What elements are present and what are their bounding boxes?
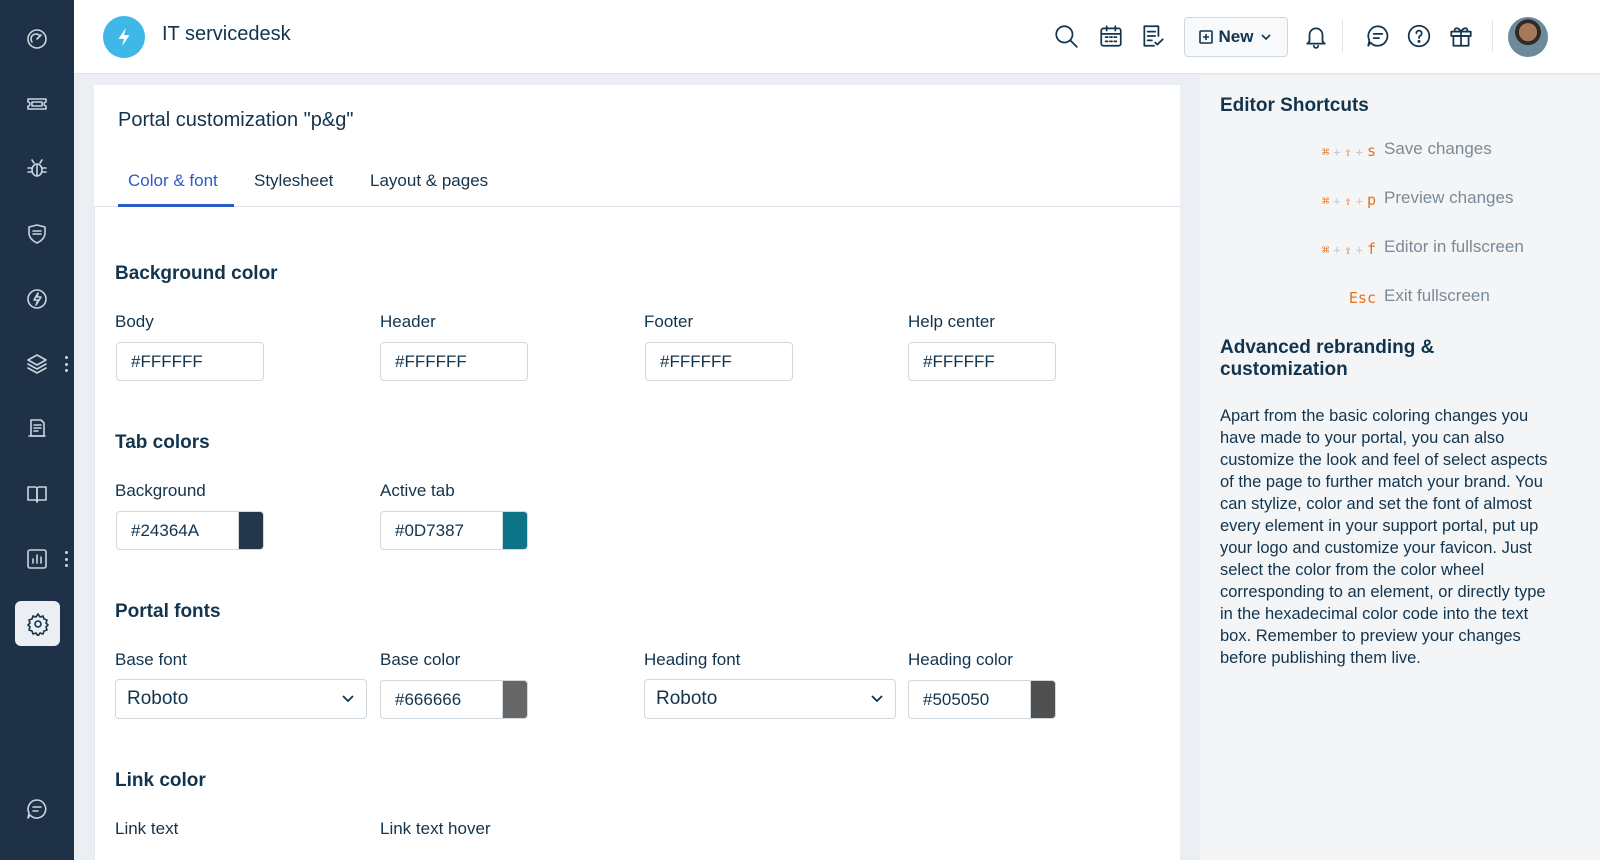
reports-chart-icon[interactable] [17,539,57,579]
advanced-description: Apart from the basic coloring changes yo… [1220,407,1548,667]
field-label-link-text-hover: Link text hover [380,819,491,838]
more-options-icon[interactable] [63,356,69,372]
shortcut-keys: ⌘ + ⇧ + p [1322,191,1376,209]
editor-help-panel: Editor Shortcuts ⌘ + ⇧ + s Save changes ⌘ + ⇧ +… [1200,75,1600,860]
page-title: Portal customization "p&g" [118,109,354,131]
solutions-book-icon[interactable] [17,474,57,514]
problems-bug-icon[interactable] [17,149,57,189]
shortcut-keys: ⌘ + ⇧ + s [1322,142,1376,160]
gift-icon[interactable] [1442,17,1480,55]
tab-color-font[interactable]: Color & font [128,171,218,191]
shortcut-exit-fullscreen: Esc Exit fullscreen [1200,286,1600,310]
field-label-footer: Footer [644,312,694,331]
shortcut-keys: Esc [1348,289,1376,307]
chevron-down-icon [871,695,883,703]
todo-list-icon[interactable] [1134,17,1172,55]
section-title-link-color: Link color [115,770,206,791]
more-options-icon[interactable] [63,551,69,567]
active-tab-color-value: #0D7387 [395,520,465,540]
heading-color-value: #505050 [923,689,990,709]
customization-form: Background color Body Header Footer Help… [94,207,1180,860]
app-logo[interactable] [103,16,145,58]
releases-bolt-icon[interactable] [17,279,57,319]
body-color-input[interactable]: #FFFFFF [116,342,264,381]
field-label-link-text: Link text [115,819,179,838]
assets-layers-icon[interactable] [17,344,57,384]
heading-font-value: Roboto [656,688,718,709]
advanced-title: Advanced rebranding & customization [1220,337,1435,380]
shortcut-preview: ⌘ + ⇧ + p Preview changes [1200,188,1600,212]
field-label-active-tab: Active tab [380,481,455,500]
heading-color-input[interactable]: #505050 [908,680,1056,719]
divider [1492,20,1493,52]
field-label-heading-font: Heading font [644,650,741,669]
section-title-background: Background color [115,263,278,284]
new-button[interactable]: New [1184,17,1288,57]
tab-layout-pages[interactable]: Layout & pages [370,171,488,191]
tickets-icon[interactable] [17,84,57,124]
shortcut-label: Save changes [1384,139,1492,158]
field-label-help-center: Help center [908,312,995,331]
page-header: Portal customization "p&g" Color & font … [94,85,1180,207]
help-icon[interactable] [1400,17,1438,55]
color-swatch[interactable] [238,512,263,549]
field-label-tab-background: Background [115,481,206,500]
notifications-bell-icon[interactable] [1297,17,1335,55]
shortcut-keys: ⌘ + ⇧ + f [1322,240,1376,258]
divider [1342,20,1343,52]
shortcuts-title: Editor Shortcuts [1220,95,1369,116]
chat-icon[interactable] [1359,17,1397,55]
help-center-color-input[interactable]: #FFFFFF [908,342,1056,381]
tab-background-color-input[interactable]: #24364A [116,511,264,550]
shortcut-save: ⌘ + ⇧ + s Save changes [1200,139,1600,163]
base-color-input[interactable]: #666666 [380,680,528,719]
section-title-tab-colors: Tab colors [115,432,210,453]
top-bar: IT servicedesk New [74,0,1600,74]
search-icon[interactable] [1047,17,1085,55]
field-label-heading-color: Heading color [908,650,1013,669]
shortcut-label: Exit fullscreen [1384,286,1490,305]
shortcut-fullscreen: ⌘ + ⇧ + f Editor in fullscreen [1200,237,1600,261]
base-font-select[interactable]: Roboto [115,679,367,719]
field-label-body: Body [115,312,154,331]
color-swatch[interactable] [502,512,527,549]
admin-gear-icon[interactable] [15,601,60,646]
section-title-portal-fonts: Portal fonts [115,601,221,622]
left-sidebar [0,0,74,860]
shortcut-label: Editor in fullscreen [1384,237,1524,256]
field-label-base-color: Base color [380,650,461,669]
active-tab-color-input[interactable]: #0D7387 [380,511,528,550]
avatar[interactable] [1508,17,1548,57]
contracts-icon[interactable] [17,409,57,449]
footer-color-input[interactable]: #FFFFFF [645,342,793,381]
color-swatch[interactable] [1030,681,1055,718]
base-color-value: #666666 [395,689,462,709]
heading-font-select[interactable]: Roboto [644,679,896,719]
changes-shield-icon[interactable] [17,214,57,254]
header-color-input[interactable]: #FFFFFF [380,342,528,381]
tab-stylesheet[interactable]: Stylesheet [254,171,333,191]
tab-background-color-value: #24364A [131,520,200,540]
new-button-label: New [1218,27,1254,46]
color-swatch[interactable] [502,681,527,718]
shortcut-label: Preview changes [1384,188,1514,207]
dashboard-icon[interactable] [17,19,57,59]
calendar-icon[interactable] [1092,17,1130,55]
chevron-down-icon [1261,34,1272,41]
field-label-header: Header [380,312,436,331]
base-font-value: Roboto [127,688,189,709]
app-title: IT servicedesk [162,23,291,45]
chevron-down-icon [342,695,354,703]
chat-icon[interactable] [17,789,57,829]
field-label-base-font: Base font [115,650,187,669]
